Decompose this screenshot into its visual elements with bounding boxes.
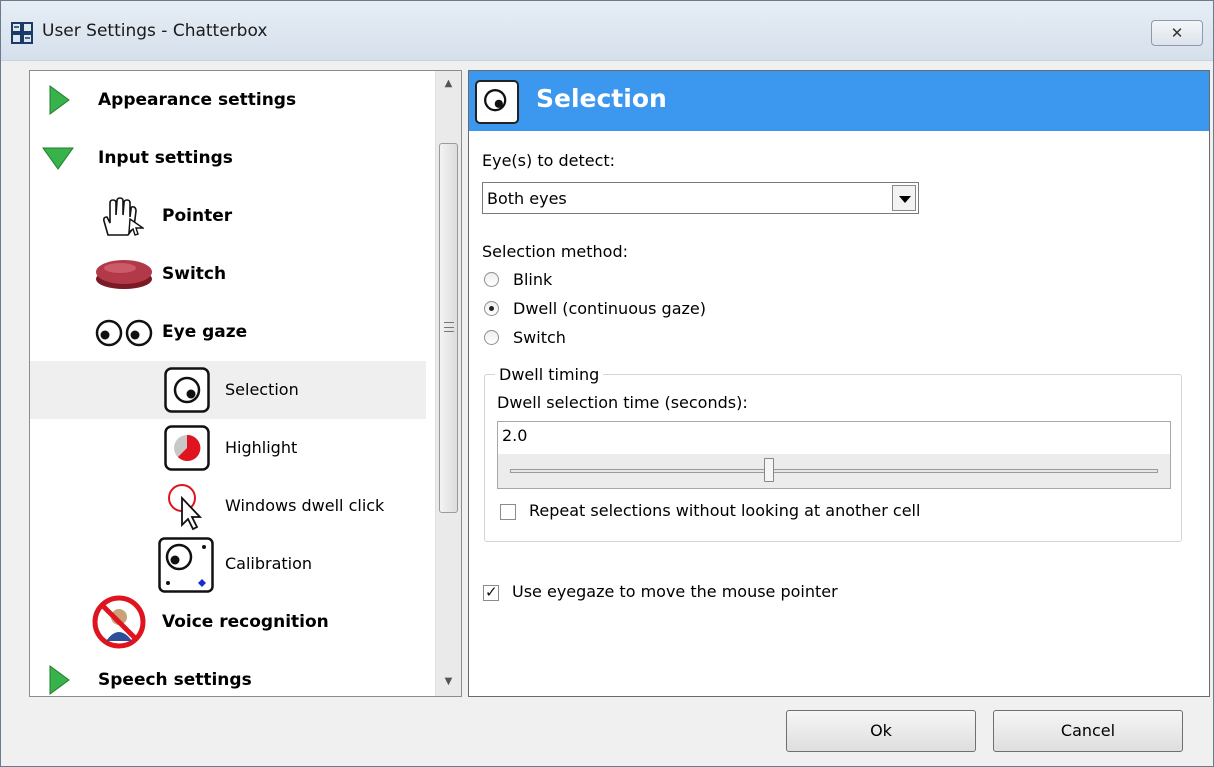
triangle-right-icon [49,665,70,695]
tree-item-label: Selection [225,380,299,399]
tree-item-switch[interactable]: Switch [30,245,426,303]
tree-item-highlight[interactable]: Highlight [30,419,426,477]
triangle-right-icon [49,85,70,115]
dwell-timing-legend: Dwell timing [495,365,604,384]
dwell-time-control: 2.0 [497,421,1171,489]
slider-thumb[interactable] [764,458,775,482]
eye-selection-icon [164,367,210,413]
tree-item-selection[interactable]: Selection [30,361,426,419]
tree-item-windows-dwell-click[interactable]: Windows dwell click [30,477,426,535]
dwell-time-label: Dwell selection time (seconds): [497,393,748,412]
cancel-button[interactable]: Cancel [993,710,1183,752]
tree-item-label: Pointer [162,206,233,226]
radio-dwell[interactable] [484,301,499,316]
grip-icon [444,322,454,332]
selection-method-label: Selection method: [482,242,628,261]
scroll-up-arrow-icon[interactable]: ▲ [436,73,461,95]
dwell-time-slider[interactable] [498,454,1170,488]
close-icon: ✕ [1170,24,1184,42]
voice-disabled-icon [92,595,146,649]
window-title: User Settings - Chatterbox [42,21,268,41]
tree-item-label: Input settings [98,148,233,168]
tree-item-voice-recognition[interactable]: Voice recognition [30,593,426,651]
tree-scrollbar[interactable]: ▲ ▼ [435,71,461,696]
panel-title: Selection [536,84,667,113]
use-eyegaze-mouse-label: Use eyegaze to move the mouse pointer [512,582,838,601]
repeat-selections-label: Repeat selections without looking at ano… [529,501,921,520]
repeat-selections-checkbox[interactable] [500,504,516,520]
settings-panel: Selection Eye(s) to detect: Both eyes Se… [468,70,1210,697]
eyes-to-detect-value: Both eyes [487,189,567,208]
tree-item-appearance-settings[interactable]: Appearance settings [30,71,426,129]
radio-switch[interactable] [484,330,499,345]
hand-pointer-icon [103,197,144,236]
app-grid-icon [11,22,33,44]
eye-selection-icon [475,80,519,124]
eyes-to-detect-label: Eye(s) to detect: [482,151,616,170]
title-bar: User Settings - Chatterbox ✕ [1,1,1213,61]
settings-tree: Appearance settings Input settings Point… [29,70,462,697]
tree-item-eye-gaze[interactable]: Eye gaze [30,303,426,361]
dwell-time-input[interactable]: 2.0 [502,426,527,445]
tree-item-label: Calibration [225,554,313,573]
dwell-click-icon [168,484,203,531]
eyes-to-detect-select[interactable]: Both eyes [482,182,919,214]
tree-item-speech-settings[interactable]: Speech settings [30,651,426,696]
tree-item-label: Appearance settings [98,90,297,110]
dropdown-arrow-icon[interactable] [892,185,916,211]
calibration-icon [158,537,214,593]
tree-item-pointer[interactable]: Pointer [30,187,426,245]
client-area: Appearance settings Input settings Point… [9,62,1210,762]
panel-header: Selection [469,71,1209,131]
slider-track [510,469,1158,473]
radio-blink-label: Blink [513,270,553,289]
pie-highlight-icon [164,425,210,471]
triangle-down-icon [42,147,74,170]
radio-dwell-label: Dwell (continuous gaze) [513,299,706,318]
eyes-icon [95,319,153,347]
tree-item-label: Eye gaze [162,322,248,342]
scrollbar-thumb[interactable] [439,143,458,513]
dwell-timing-group: Dwell timing Dwell selection time (secon… [484,365,1182,542]
tree-item-calibration[interactable]: Calibration [30,535,426,593]
settings-window: User Settings - Chatterbox ✕ Appearance … [0,0,1214,767]
tree-item-label: Highlight [225,438,298,457]
radio-switch-label: Switch [513,328,566,347]
tree-item-label: Speech settings [98,670,252,690]
tree-item-input-settings[interactable]: Input settings [30,129,426,187]
scroll-down-arrow-icon[interactable]: ▼ [436,671,461,693]
tree-item-label: Switch [162,264,227,284]
use-eyegaze-mouse-checkbox[interactable] [483,583,499,601]
radio-blink[interactable] [484,272,499,287]
tree-item-label: Voice recognition [162,612,329,632]
ok-button[interactable]: Ok [786,710,976,752]
switch-button-icon [96,260,152,289]
tree-item-label: Windows dwell click [225,496,385,515]
close-button[interactable]: ✕ [1151,20,1203,46]
